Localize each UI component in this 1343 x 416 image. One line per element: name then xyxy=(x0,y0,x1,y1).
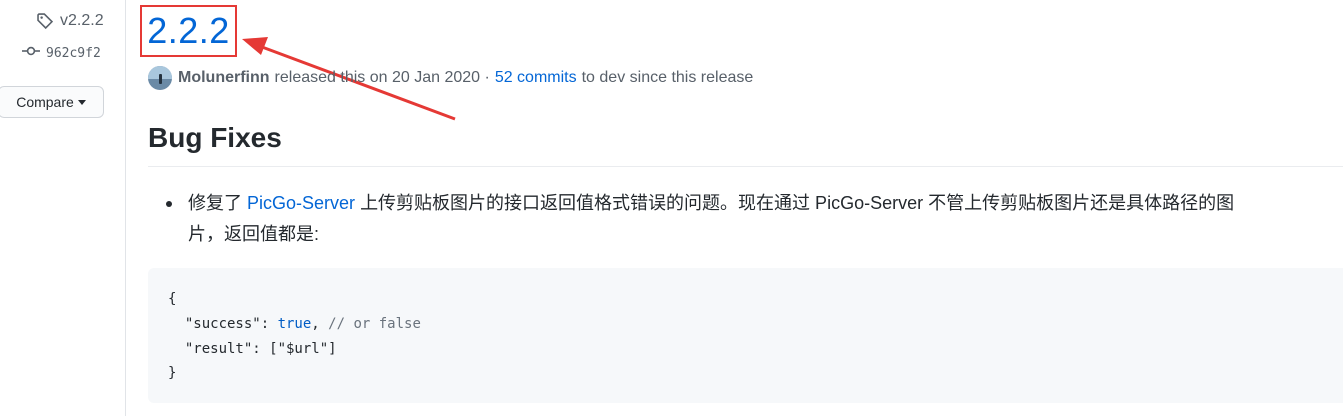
compare-button[interactable]: Compare xyxy=(0,86,104,118)
picgo-server-link[interactable]: PicGo-Server xyxy=(247,193,355,213)
release-title[interactable]: 2.2.2 xyxy=(147,13,230,49)
code-line: "success": true, // or false xyxy=(168,316,421,332)
avatar[interactable] xyxy=(148,66,172,90)
commits-link[interactable]: 52 commits xyxy=(495,69,577,87)
code-line: } xyxy=(168,365,177,381)
release-meta-column: v2.2.2 962c9f2 Compare xyxy=(0,0,125,416)
released-text: released this on 20 Jan 2020 · xyxy=(274,69,490,86)
tag-link[interactable]: v2.2.2 xyxy=(36,12,104,30)
bullet-prefix: 修复了 xyxy=(188,193,242,213)
code-comma: , xyxy=(311,316,320,332)
commit-link[interactable]: 962c9f2 xyxy=(22,45,101,61)
tag-label: v2.2.2 xyxy=(60,12,104,29)
code-line: "result": ["$url"] xyxy=(168,341,337,357)
caret-down-icon xyxy=(77,100,86,105)
commit-icon xyxy=(22,45,40,61)
code-line: { xyxy=(168,291,177,307)
release-byline: Molunerfinn released this on 20 Jan 2020… xyxy=(148,64,753,92)
bullet-icon xyxy=(166,201,172,207)
list-item-line-2: 片，返回值都是: xyxy=(188,224,320,244)
tag-icon xyxy=(36,12,54,30)
code-block: { "success": true, // or false "result":… xyxy=(148,268,1343,403)
list-item-line-1: 修复了 PicGo-Server 上传剪贴板图片的接口返回值格式错误的问题。现在… xyxy=(188,189,1234,218)
section-heading: Bug Fixes xyxy=(148,122,282,153)
release-title-highlight: 2.2.2 xyxy=(140,5,237,57)
column-divider xyxy=(125,0,126,416)
code-boolean: true xyxy=(277,316,312,332)
compare-label: Compare xyxy=(16,94,74,110)
code-comment: // or false xyxy=(319,316,421,332)
commit-sha: 962c9f2 xyxy=(46,45,101,61)
heading-divider xyxy=(148,166,1343,167)
since-text: to dev since this release xyxy=(581,69,754,86)
code-key: "success": xyxy=(168,316,278,332)
author-link[interactable]: Molunerfinn xyxy=(178,69,270,87)
bullet-text: 上传剪贴板图片的接口返回值格式错误的问题。现在通过 PicGo-Server 不… xyxy=(360,193,1235,213)
